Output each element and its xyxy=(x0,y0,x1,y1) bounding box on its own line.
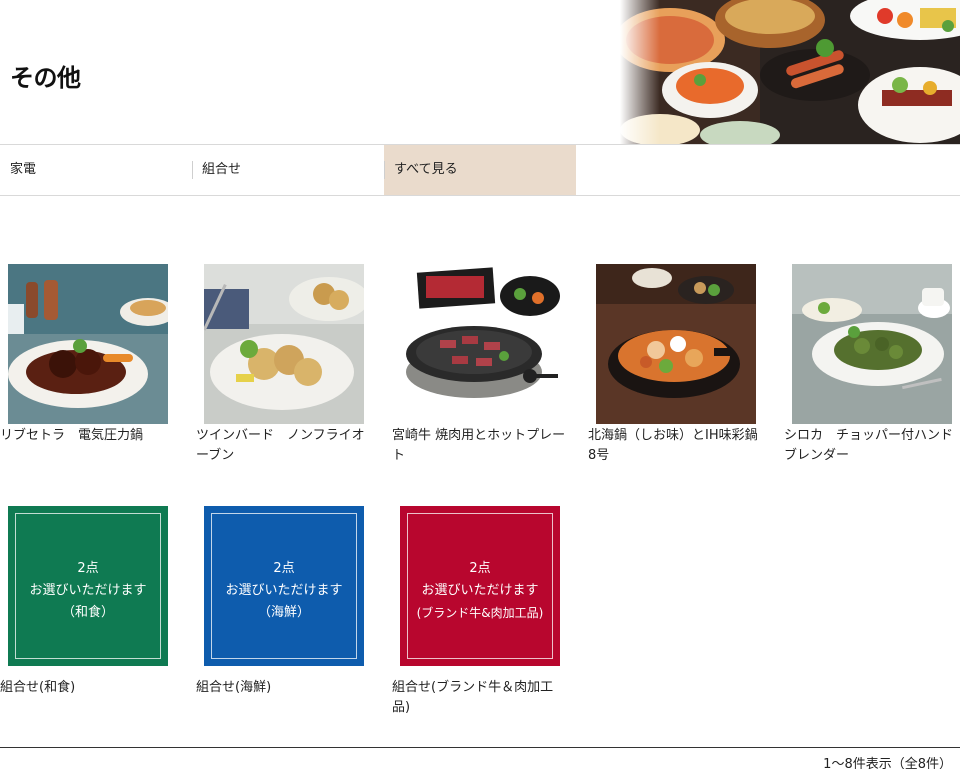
tab-appliances[interactable]: 家電 xyxy=(0,145,192,195)
hero-food-image xyxy=(620,0,960,144)
combo-count: 2点 xyxy=(469,561,491,576)
combo-category: (ブランド牛&肉加工品) xyxy=(416,606,544,620)
product-image-hot-plate[interactable] xyxy=(400,264,560,424)
combo-count: 2点 xyxy=(77,561,99,576)
product-title[interactable]: シロカ チョッパー付ハンドブレンダー xyxy=(784,426,960,466)
product-title[interactable]: リブセトラ 電気圧力鍋 xyxy=(0,426,176,446)
page-title: その他 xyxy=(10,64,81,92)
product-title[interactable]: 組合せ(ブランド牛＆肉加工品) xyxy=(392,678,568,718)
category-tabs: 家電 組合せ すべて見る xyxy=(0,144,960,196)
product-title[interactable]: 宮崎牛 焼肉用とホットプレート xyxy=(392,426,568,466)
product-image-hot-pot[interactable] xyxy=(596,264,756,424)
combo-frame: 2点 お選びいただけます （海鮮） xyxy=(211,513,357,659)
tab-combination[interactable]: 組合せ xyxy=(192,145,384,195)
product-card[interactable]: 北海鍋（しお味）とIH味彩鍋8号 xyxy=(588,264,764,474)
tab-label: 組合せ xyxy=(202,162,242,177)
combo-banner-seafood[interactable]: 2点 お選びいただけます （海鮮） xyxy=(204,506,364,666)
product-card[interactable]: ツインバード ノンフライオーブン xyxy=(196,264,372,474)
tab-label: 家電 xyxy=(10,162,37,177)
combo-category: （和食） xyxy=(61,605,114,620)
combo-count: 2点 xyxy=(273,561,295,576)
combo-card-brand-beef[interactable]: 2点 お選びいただけます (ブランド牛&肉加工品) 組合せ(ブランド牛＆肉加工品… xyxy=(392,506,568,720)
product-card[interactable]: シロカ チョッパー付ハンドブレンダー xyxy=(784,264,960,474)
result-count: 1～8件表示（全8件） xyxy=(823,757,952,769)
product-image-fried-chicken[interactable] xyxy=(204,264,364,424)
divider xyxy=(0,747,960,748)
product-card[interactable]: 宮崎牛 焼肉用とホットプレート xyxy=(392,264,568,474)
combo-text: 2点 お選びいただけます (ブランド牛&肉加工品) xyxy=(408,558,552,624)
combo-card-washoku[interactable]: 2点 お選びいただけます （和食） 組合せ(和食) xyxy=(0,506,176,720)
combo-text: 2点 お選びいただけます （和食） xyxy=(16,558,160,624)
combo-text: 2点 お選びいただけます （海鮮） xyxy=(212,558,356,624)
tab-view-all[interactable]: すべて見る xyxy=(384,145,576,195)
product-card[interactable]: リブセトラ 電気圧力鍋 xyxy=(0,264,176,474)
product-title[interactable]: 組合せ(海鮮) xyxy=(196,678,372,698)
category-header: その他 xyxy=(0,0,960,144)
combo-frame: 2点 お選びいただけます (ブランド牛&肉加工品) xyxy=(407,513,553,659)
combo-banner-washoku[interactable]: 2点 お選びいただけます （和食） xyxy=(8,506,168,666)
combo-banner-brand-beef[interactable]: 2点 お選びいただけます (ブランド牛&肉加工品) xyxy=(400,506,560,666)
combo-card-seafood[interactable]: 2点 お選びいただけます （海鮮） 組合せ(海鮮) xyxy=(196,506,372,720)
combo-category: （海鮮） xyxy=(257,605,310,620)
combo-caption: お選びいただけます xyxy=(225,583,343,598)
product-title[interactable]: ツインバード ノンフライオーブン xyxy=(196,426,372,466)
combo-caption: お選びいただけます xyxy=(29,583,147,598)
product-title[interactable]: 北海鍋（しお味）とIH味彩鍋8号 xyxy=(588,426,764,466)
product-title[interactable]: 組合せ(和食) xyxy=(0,678,176,698)
combo-frame: 2点 お選びいただけます （和食） xyxy=(15,513,161,659)
product-image-stew[interactable] xyxy=(8,264,168,424)
tab-label: すべて見る xyxy=(394,162,458,177)
combo-caption: お選びいただけます xyxy=(421,583,539,598)
product-image-pasta[interactable] xyxy=(792,264,952,424)
